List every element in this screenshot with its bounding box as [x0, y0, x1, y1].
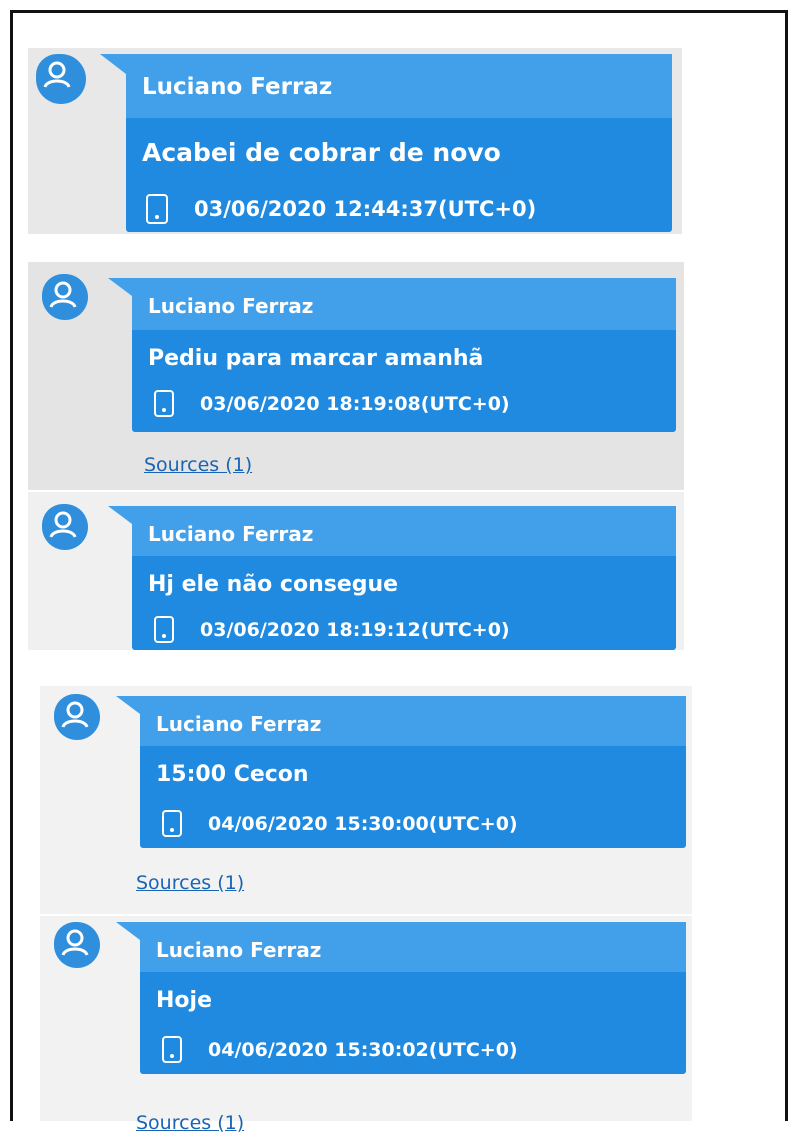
message-bubble[interactable]: Luciano Ferraz Hoje 04/06/2020 15:30:02(…	[140, 922, 686, 1074]
message-block-3: Luciano Ferraz Hj ele não consegue 03/06…	[28, 492, 684, 650]
message-text: Pediu para marcar amanhã	[148, 346, 484, 371]
message-bubble[interactable]: Luciano Ferraz 15:00 Cecon 04/06/2020 15…	[140, 696, 686, 848]
message-meta: 04/06/2020 15:30:02(UTC+0)	[162, 1036, 518, 1063]
message-meta: 04/06/2020 15:30:00(UTC+0)	[162, 810, 518, 837]
message-block-4: Luciano Ferraz 15:00 Cecon 04/06/2020 15…	[40, 686, 692, 914]
phone-icon	[162, 1036, 182, 1063]
sender-name: Luciano Ferraz	[156, 938, 322, 962]
message-text: Acabei de cobrar de novo	[142, 138, 501, 167]
sources-link[interactable]: Sources (1)	[144, 454, 252, 476]
message-block-2: Luciano Ferraz Pediu para marcar amanhã …	[28, 262, 684, 490]
message-bubble[interactable]: Luciano Ferraz Acabei de cobrar de novo …	[126, 54, 672, 232]
bubble-tail	[116, 696, 140, 714]
user-avatar-icon	[36, 54, 86, 104]
message-meta: 03/06/2020 18:19:08(UTC+0)	[154, 390, 510, 417]
message-text: 15:00 Cecon	[156, 762, 309, 787]
message-timestamp: 04/06/2020 15:30:00(UTC+0)	[208, 812, 518, 835]
sources-link[interactable]: Sources (1)	[136, 872, 244, 894]
user-avatar-icon	[42, 274, 88, 320]
message-meta: 03/06/2020 12:44:37(UTC+0)	[146, 194, 536, 224]
message-bubble[interactable]: Luciano Ferraz Pediu para marcar amanhã …	[132, 278, 676, 432]
message-meta: 03/06/2020 18:19:12(UTC+0)	[154, 616, 510, 643]
phone-icon	[162, 810, 182, 837]
bubble-tail	[116, 922, 140, 940]
bubble-tail	[108, 506, 132, 524]
user-avatar-icon	[54, 922, 100, 968]
phone-icon	[146, 194, 168, 224]
message-timestamp: 04/06/2020 15:30:02(UTC+0)	[208, 1038, 518, 1061]
phone-icon	[154, 390, 174, 417]
message-block-1: Luciano Ferraz Acabei de cobrar de novo …	[28, 48, 682, 234]
sender-name: Luciano Ferraz	[156, 712, 322, 736]
message-timestamp: 03/06/2020 18:19:12(UTC+0)	[200, 618, 510, 641]
message-timestamp: 03/06/2020 12:44:37(UTC+0)	[194, 197, 537, 221]
sender-name: Luciano Ferraz	[142, 74, 333, 100]
message-block-5: Luciano Ferraz Hoje 04/06/2020 15:30:02(…	[40, 916, 692, 1134]
message-text: Hoje	[156, 988, 212, 1013]
bubble-tail	[108, 278, 132, 296]
sender-name: Luciano Ferraz	[148, 294, 314, 318]
bubble-tail	[100, 54, 126, 74]
sources-link[interactable]: Sources (1)	[136, 1112, 244, 1134]
message-bubble[interactable]: Luciano Ferraz Hj ele não consegue 03/06…	[132, 506, 676, 650]
message-text: Hj ele não consegue	[148, 572, 399, 597]
sender-name: Luciano Ferraz	[148, 522, 314, 546]
user-avatar-icon	[42, 504, 88, 550]
phone-icon	[154, 616, 174, 643]
user-avatar-icon	[54, 694, 100, 740]
message-timestamp: 03/06/2020 18:19:08(UTC+0)	[200, 392, 510, 415]
